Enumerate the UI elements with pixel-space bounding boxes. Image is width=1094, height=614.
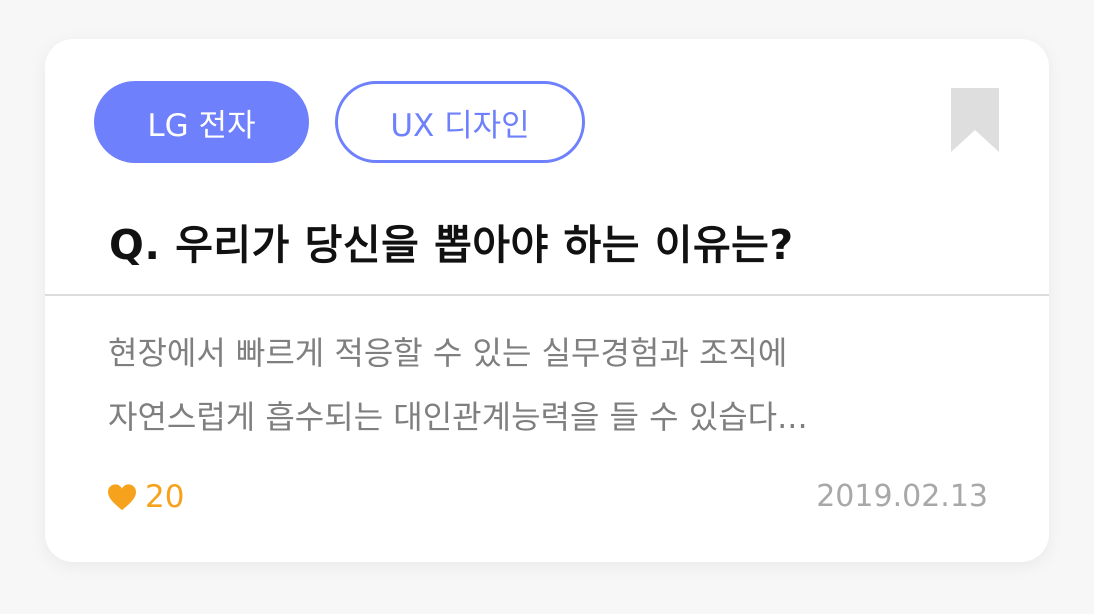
question-title: Q. 우리가 당신을 뽑아야 하는 이유는? bbox=[109, 221, 794, 269]
post-date: 2019.02.13 bbox=[816, 479, 988, 514]
answer-preview: 현장에서 빠르게 적응할 수 있는 실무경험과 조직에 자연스럽게 흡수되는 대… bbox=[108, 321, 988, 449]
heart-icon bbox=[108, 484, 136, 511]
like-count: 20 bbox=[145, 479, 185, 515]
divider bbox=[45, 294, 1049, 296]
tag-list: LG 전자 UX 디자인 bbox=[94, 81, 585, 163]
company-tag[interactable]: LG 전자 bbox=[94, 81, 309, 163]
like-button[interactable]: 20 bbox=[107, 479, 184, 515]
answer-line-2: 자연스럽게 흡수되는 대인관계능력을 들 수 있습다... bbox=[108, 398, 808, 436]
bookmark-icon[interactable] bbox=[951, 88, 999, 152]
answer-line-1: 현장에서 빠르게 적응할 수 있는 실무경험과 조직에 bbox=[108, 334, 788, 372]
role-tag[interactable]: UX 디자인 bbox=[335, 81, 585, 163]
question-card[interactable]: LG 전자 UX 디자인 Q. 우리가 당신을 뽑아야 하는 이유는? 현장에서… bbox=[45, 39, 1049, 562]
